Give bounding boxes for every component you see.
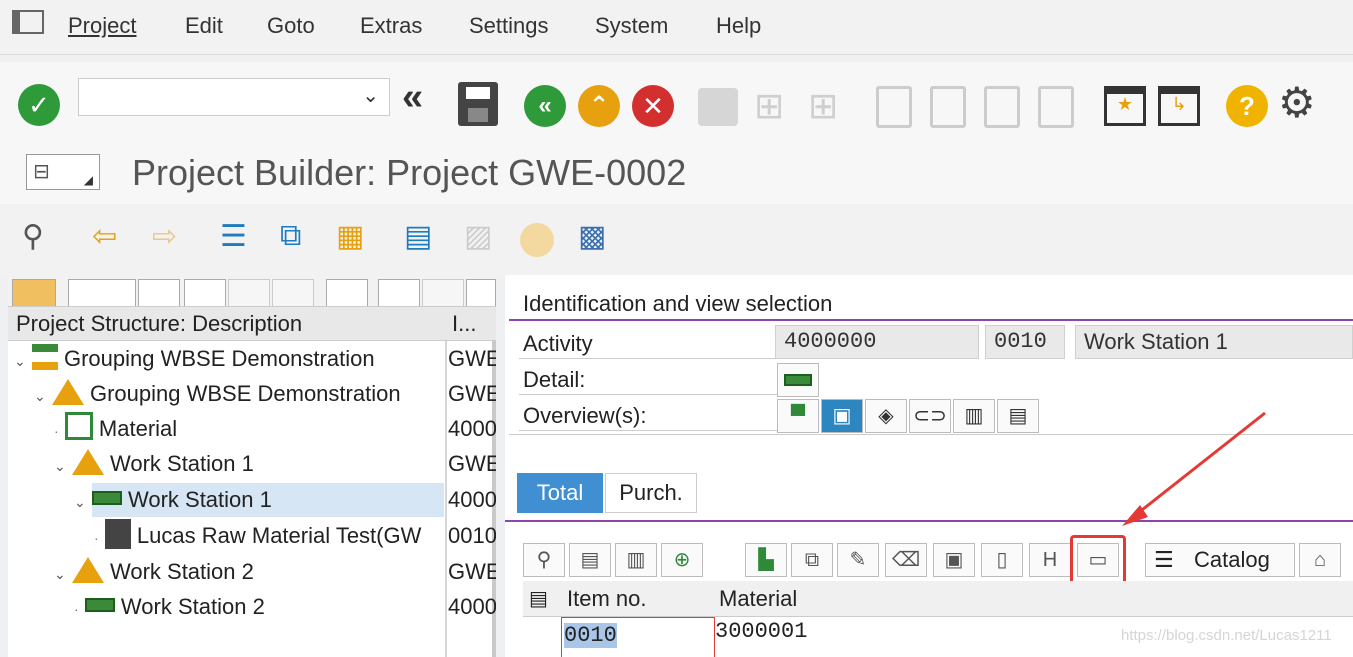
annotation-arrow xyxy=(1122,411,1266,526)
